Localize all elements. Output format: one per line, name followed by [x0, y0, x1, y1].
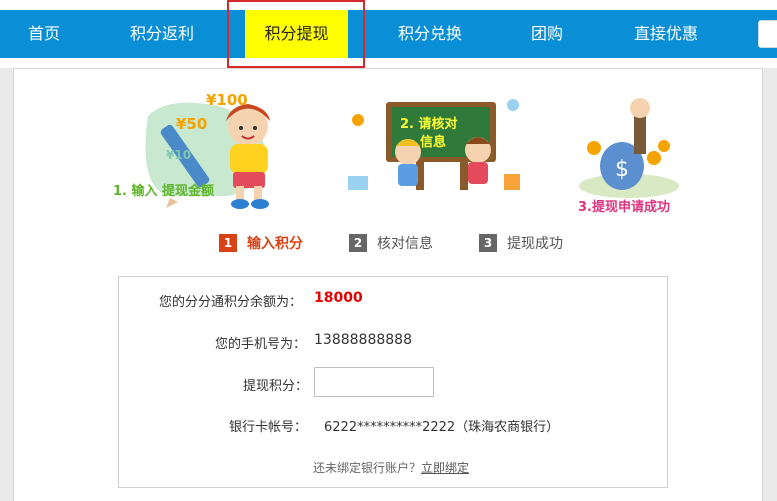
step-3-number: 3 [479, 234, 497, 252]
step-1-label: 输入积分 [247, 236, 303, 252]
blackboard-text-line1: 2. 请核对 [400, 117, 458, 132]
illustration-caption-step1: 1. 输入 提现金额 [113, 184, 215, 199]
illustration-label-10: ¥10 [166, 148, 192, 162]
step-1-number: 1 [219, 234, 237, 252]
active-nav-highlight [227, 0, 365, 68]
points-label: 提现积分： [243, 379, 309, 394]
step-3: 3 提现成功 [479, 234, 563, 252]
bind-bank-hint: 还未绑定银行账户？立即绑定 [313, 459, 469, 476]
bank-card-label: 银行卡帐号： [229, 420, 308, 435]
nav-item-direct-discount[interactable]: 直接优惠 [634, 10, 698, 58]
step-1: 1 输入积分 [219, 234, 303, 252]
bank-card-value: 6222**********2222（珠海农商银行） [324, 420, 560, 435]
step-3-label: 提现成功 [507, 236, 563, 252]
points-input[interactable] [314, 367, 434, 397]
balance-value: 18000 [314, 290, 363, 306]
phone-label: 您的手机号为： [215, 337, 307, 352]
illustration-caption-step3: 3.提现申请成功 [578, 200, 670, 215]
nav-item-group-buy[interactable]: 团购 [531, 10, 563, 58]
nav-item-home[interactable]: 首页 [28, 10, 60, 58]
step-2: 2 核对信息 [349, 234, 433, 252]
illustration-label-100: ¥100 [206, 91, 248, 109]
illustration-step3: $ [574, 86, 689, 206]
main-nav: 首页 积分返利 积分兑换 团购 直接优惠 [0, 10, 777, 58]
blackboard-text-line2: 信息 [420, 135, 447, 150]
nav-item-points-exchange[interactable]: 积分兑换 [398, 10, 462, 58]
svg-text:$: $ [615, 157, 629, 182]
phone-value: 13888888888 [314, 332, 412, 348]
nav-search-box[interactable] [758, 20, 777, 48]
illustration-label-50: ¥50 [176, 115, 208, 133]
step-2-label: 核对信息 [377, 236, 433, 252]
bind-bank-hint-text: 还未绑定银行账户？ [313, 461, 422, 475]
bind-bank-link[interactable]: 立即绑定 [421, 461, 469, 475]
balance-label: 您的分分通积分余额为： [159, 295, 303, 310]
step-2-number: 2 [349, 234, 367, 252]
nav-item-points-rebate[interactable]: 积分返利 [130, 10, 194, 58]
